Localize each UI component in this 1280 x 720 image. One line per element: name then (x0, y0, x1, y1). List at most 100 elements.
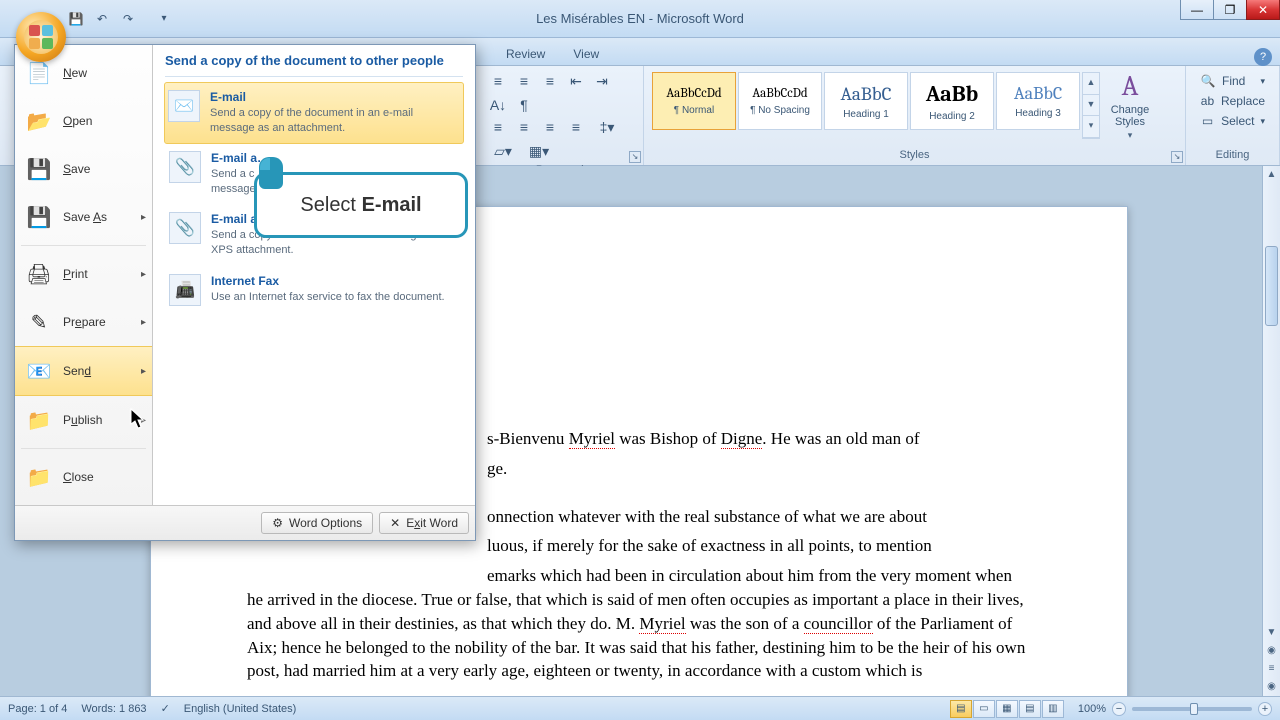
styles-scroll[interactable]: ▲▼▾ (1082, 72, 1100, 139)
borders-icon[interactable]: ▦▾ (522, 140, 556, 162)
menu-prepare[interactable]: ✎Prepare▸ (15, 298, 152, 346)
menu-open[interactable]: 📂Open (15, 97, 152, 145)
help-icon[interactable]: ? (1254, 48, 1272, 66)
close-doc-icon: 📁 (25, 463, 53, 491)
vertical-scrollbar[interactable]: ▲ ▼ ◉ ≡ ◉ (1262, 166, 1280, 696)
zoom-level[interactable]: 100% (1078, 703, 1106, 715)
title-bar: 💾 ↶ ↷ ▾ Les Misérables EN - Microsoft Wo… (0, 0, 1280, 38)
find-icon: 🔍 (1200, 74, 1216, 88)
menu-save-as[interactable]: 💾Save As▸ (15, 193, 152, 241)
select-button[interactable]: ▭Select▾ (1194, 112, 1271, 130)
styles-group-label: Styles (650, 147, 1179, 161)
status-words[interactable]: Words: 1 863 (81, 703, 146, 715)
tab-review[interactable]: Review (494, 43, 557, 65)
office-menu-footer: ⚙Word Options ✕Exit Word (15, 505, 475, 540)
editing-group-label: Editing (1192, 147, 1273, 161)
replace-icon: ab (1200, 94, 1215, 108)
outline-view[interactable]: ▤ (1019, 700, 1041, 718)
numbering-icon[interactable]: ≡ (512, 70, 536, 92)
office-menu-right: Send a copy of the document to other peo… (153, 45, 475, 505)
mouse-icon (259, 157, 283, 189)
redo-icon[interactable]: ↷ (116, 8, 140, 30)
zoom-slider[interactable] (1132, 707, 1252, 711)
email-icon: ✉️ (168, 90, 200, 122)
shading-icon[interactable]: ▱▾ (486, 140, 520, 162)
save-as-icon: 💾 (25, 203, 53, 231)
pdf-icon: 📎 (169, 151, 201, 183)
line-spacing-icon[interactable]: ‡▾ (590, 116, 624, 138)
status-bar: Page: 1 of 4 Words: 1 863 ✓ English (Uni… (0, 696, 1280, 720)
style-no-spacing[interactable]: AaBbCcDd¶ No Spacing (738, 72, 822, 130)
scroll-up-icon[interactable]: ▲ (1263, 166, 1280, 184)
browse-object-icon[interactable]: ≡ (1263, 660, 1280, 678)
zoom-in-button[interactable]: + (1258, 702, 1272, 716)
send-internet-fax[interactable]: 📠 Internet FaxUse an Internet fax servic… (165, 266, 463, 314)
options-icon: ⚙ (272, 516, 283, 530)
select-icon: ▭ (1200, 114, 1215, 128)
next-page-icon[interactable]: ◉ (1263, 678, 1280, 696)
undo-icon[interactable]: ↶ (90, 8, 114, 30)
save-icon: 💾 (25, 155, 53, 183)
mouse-cursor (130, 408, 146, 430)
show-marks-icon[interactable]: ¶ (512, 94, 536, 116)
align-center-icon[interactable]: ≡ (512, 116, 536, 138)
multilevel-icon[interactable]: ≡ (538, 70, 562, 92)
close-button[interactable]: ✕ (1246, 0, 1280, 20)
sort-icon[interactable]: A↓ (486, 94, 510, 116)
quick-access-toolbar: 💾 ↶ ↷ ▾ (64, 0, 176, 37)
replace-button[interactable]: abReplace (1194, 92, 1271, 110)
zoom-control: 100% − + (1078, 702, 1272, 716)
justify-icon[interactable]: ≡ (564, 116, 588, 138)
align-right-icon[interactable]: ≡ (538, 116, 562, 138)
paragraph-launcher-icon[interactable]: ↘ (629, 151, 641, 163)
web-layout-view[interactable]: ▦ (996, 700, 1018, 718)
draft-view[interactable]: ▥ (1042, 700, 1064, 718)
prev-page-icon[interactable]: ◉ (1263, 642, 1280, 660)
scroll-down-icon[interactable]: ▼ (1263, 624, 1280, 642)
find-button[interactable]: 🔍Find▾ (1194, 72, 1271, 90)
minimize-button[interactable]: — (1180, 0, 1214, 20)
align-left-icon[interactable]: ≡ (486, 116, 510, 138)
qat-customize-icon[interactable]: ▾ (152, 8, 176, 30)
styles-gallery: AaBbCcDd¶ Normal AaBbCcDd¶ No Spacing Aa… (650, 70, 1102, 141)
zoom-out-button[interactable]: − (1112, 702, 1126, 716)
xps-icon: 📎 (169, 212, 201, 244)
change-styles-button[interactable]: A Change Styles ▾ (1102, 70, 1158, 141)
open-icon: 📂 (25, 107, 53, 135)
tab-view[interactable]: View (561, 43, 611, 65)
style-heading-3[interactable]: AaBbCHeading 3 (996, 72, 1080, 130)
styles-launcher-icon[interactable]: ↘ (1171, 151, 1183, 163)
bullets-icon[interactable]: ≡ (486, 70, 510, 92)
word-options-button[interactable]: ⚙Word Options (261, 512, 373, 534)
office-button[interactable] (16, 12, 66, 62)
increase-indent-icon[interactable]: ⇥ (590, 70, 614, 92)
menu-send[interactable]: 📧Send▸ (15, 346, 152, 396)
office-menu-left: 📄NNewew 📂Open 💾Save 💾Save As▸ 🖨Print▸ ✎P… (15, 45, 153, 505)
style-heading-1[interactable]: AaBbCHeading 1 (824, 72, 908, 130)
menu-close[interactable]: 📁Close (15, 453, 152, 501)
publish-icon: 📁 (25, 406, 53, 434)
print-icon: 🖨 (25, 260, 53, 288)
new-icon: 📄 (25, 59, 53, 87)
scroll-thumb[interactable] (1265, 246, 1278, 326)
prepare-icon: ✎ (25, 308, 53, 336)
style-normal[interactable]: AaBbCcDd¶ Normal (652, 72, 736, 130)
menu-save[interactable]: 💾Save (15, 145, 152, 193)
send-panel-header: Send a copy of the document to other peo… (165, 53, 463, 77)
print-layout-view[interactable]: ▤ (950, 700, 972, 718)
proofing-icon[interactable]: ✓ (161, 702, 170, 715)
status-language[interactable]: English (United States) (184, 703, 297, 715)
style-heading-2[interactable]: AaBbHeading 2 (910, 72, 994, 130)
full-screen-view[interactable]: ▭ (973, 700, 995, 718)
send-icon: 📧 (25, 357, 53, 385)
menu-print[interactable]: 🖨Print▸ (15, 250, 152, 298)
maximize-button[interactable]: ❐ (1213, 0, 1247, 20)
status-page[interactable]: Page: 1 of 4 (8, 703, 67, 715)
send-email[interactable]: ✉️ E-mailSend a copy of the document in … (164, 82, 464, 144)
fax-icon: 📠 (169, 274, 201, 306)
exit-icon: ✕ (390, 516, 400, 530)
exit-word-button[interactable]: ✕Exit Word (379, 512, 469, 534)
save-icon[interactable]: 💾 (64, 8, 88, 30)
office-menu: 📄NNewew 📂Open 💾Save 💾Save As▸ 🖨Print▸ ✎P… (14, 44, 476, 541)
decrease-indent-icon[interactable]: ⇤ (564, 70, 588, 92)
